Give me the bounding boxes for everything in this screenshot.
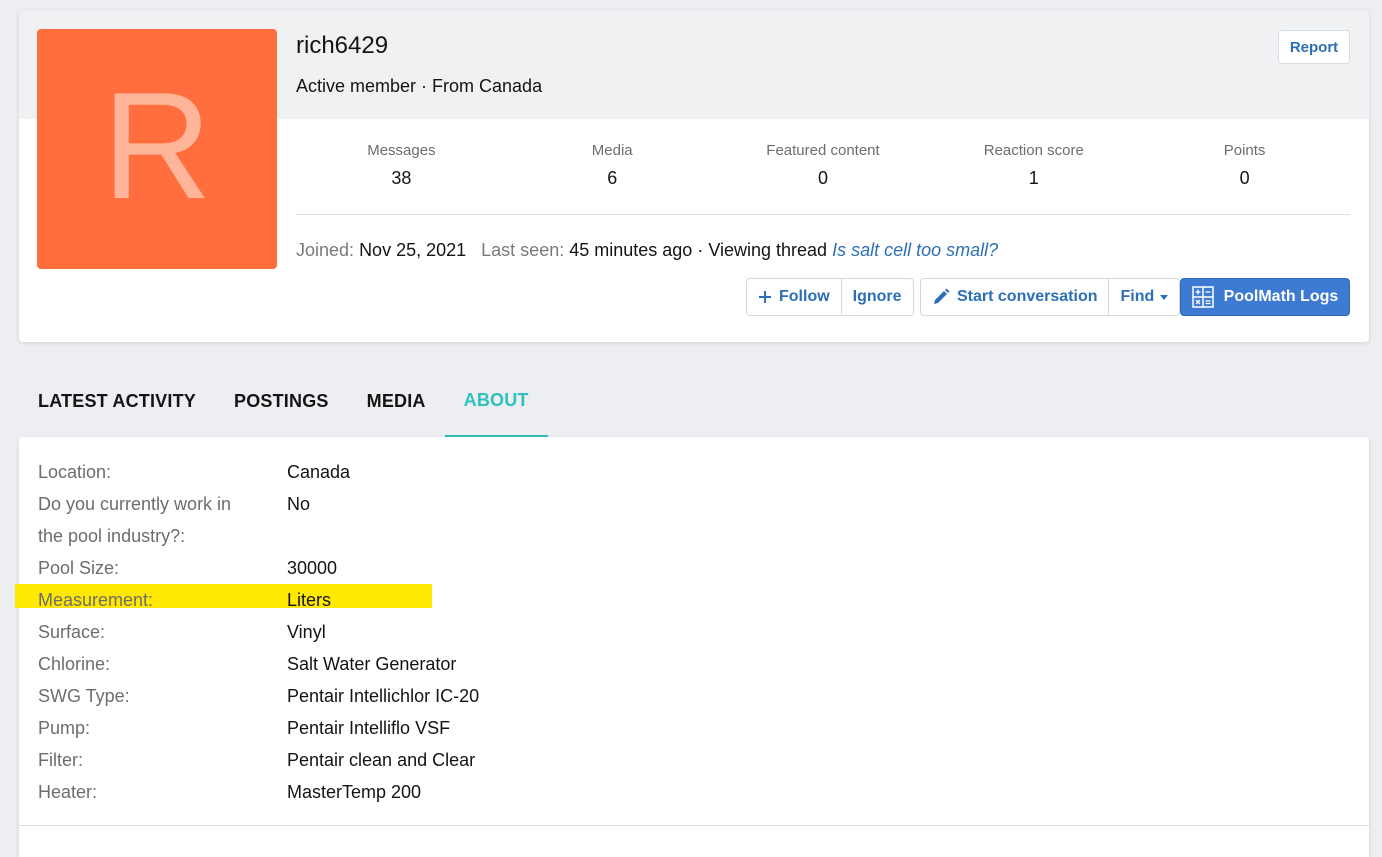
joined-label: Joined: <box>296 240 355 260</box>
about-row-surface: Surface: Vinyl <box>38 616 738 648</box>
ignore-button[interactable]: Ignore <box>840 279 913 315</box>
stat-label: Messages <box>367 142 436 159</box>
about-row-chlorine: Chlorine: Salt Water Generator <box>38 648 738 680</box>
about-key: SWG Type: <box>38 686 130 706</box>
last-seen-label: Last seen: <box>481 240 565 260</box>
stat-messages[interactable]: Messages 38 <box>296 142 507 189</box>
stat-label: Media <box>591 142 633 159</box>
about-value: No <box>287 494 311 514</box>
about-key: Location: <box>38 462 112 482</box>
avatar[interactable]: R <box>37 29 277 269</box>
about-row-heater: Heater: MasterTemp 200 <box>38 776 738 808</box>
joined-date: Nov 25, 2021 <box>359 240 467 260</box>
find-label: Find <box>1120 288 1155 305</box>
about-row-swg-type: SWG Type: Pentair Intellichlor IC-20 <box>38 680 738 712</box>
about-value: Liters <box>287 590 332 610</box>
report-button[interactable]: Report <box>1278 30 1350 64</box>
about-key: Pump: <box>38 718 91 738</box>
follow-button[interactable]: Follow <box>747 279 841 315</box>
about-value: Canada <box>287 462 351 482</box>
follow-ignore-group: Follow Ignore <box>746 278 914 316</box>
about-list: Location: Canada Do you currently work i… <box>38 456 738 808</box>
about-value: Salt Water Generator <box>287 654 457 674</box>
stat-reaction-score[interactable]: Reaction score 1 <box>928 142 1139 189</box>
about-value: 30000 <box>287 558 338 578</box>
calculator-icon <box>1191 286 1214 308</box>
poolmath-label: PoolMath Logs <box>1223 288 1339 305</box>
profile-tabs: LATEST ACTIVITY POSTINGS MEDIA ABOUT <box>19 366 548 437</box>
about-row-location: Location: Canada <box>38 456 738 488</box>
avatar-letter: R <box>102 61 212 231</box>
thread-link[interactable]: Is salt cell too small? <box>832 240 998 260</box>
stat-value: 6 <box>607 168 618 188</box>
stat-value: 0 <box>817 168 828 188</box>
start-conversation-label: Start conversation <box>957 288 1098 305</box>
profile-card: R rich6429 Active member · From Canada R… <box>19 10 1369 342</box>
ignore-label: Ignore <box>852 288 902 305</box>
tab-media[interactable]: MEDIA <box>348 366 445 437</box>
about-row-pool-size: Pool Size: 30000 <box>38 552 738 584</box>
start-conversation-button[interactable]: Start conversation <box>921 279 1108 315</box>
stat-label: Reaction score <box>983 142 1084 159</box>
about-row-pool-industry: Do you currently work in No <box>38 488 738 520</box>
poolmath-logs-button[interactable]: PoolMath Logs <box>1180 278 1350 316</box>
stats-divider <box>296 214 1350 215</box>
about-key: Chlorine: <box>38 654 111 674</box>
about-key: Measurement: <box>38 590 154 610</box>
about-row-filter: Filter: Pentair clean and Clear <box>38 744 738 776</box>
plus-icon <box>759 291 771 303</box>
about-row-measurement: Measurement: Liters <box>38 584 738 616</box>
about-key: Filter: <box>38 750 83 770</box>
stat-value: 1 <box>1028 168 1039 188</box>
about-key: the pool industry?: <box>38 526 186 546</box>
about-key: Pool Size: <box>38 558 120 578</box>
profile-stats: Messages 38 Media 6 Featured content 0 R… <box>296 142 1350 189</box>
follow-label: Follow <box>779 288 830 305</box>
about-value: Pentair Intelliflo VSF <box>287 718 451 738</box>
about-divider <box>19 825 1369 826</box>
tab-latest-activity[interactable]: LATEST ACTIVITY <box>19 366 215 437</box>
stat-label: Points <box>1223 142 1266 159</box>
chevron-down-icon <box>1160 294 1169 300</box>
pencil-icon <box>934 288 950 304</box>
stat-label: Featured content <box>766 142 880 159</box>
tab-about[interactable]: ABOUT <box>444 366 548 437</box>
about-key: Do you currently work in <box>38 494 232 514</box>
stat-points[interactable]: Points 0 <box>1139 142 1350 189</box>
user-blurb: Active member · From Canada <box>296 76 543 96</box>
conversation-find-group: Start conversation Find <box>920 278 1181 316</box>
tab-postings[interactable]: POSTINGS <box>215 366 348 437</box>
about-key: Surface: <box>38 622 106 642</box>
username[interactable]: rich6429 <box>296 32 388 60</box>
about-key: Heater: <box>38 782 98 802</box>
about-value: Vinyl <box>287 622 326 642</box>
stat-featured-content[interactable]: Featured content 0 <box>718 142 929 189</box>
about-value: Pentair Intellichlor IC-20 <box>287 686 480 706</box>
stat-value: 0 <box>1239 168 1250 188</box>
about-value: MasterTemp 200 <box>287 782 422 802</box>
seen-line: Joined: Nov 25, 2021 Last seen: 45 minut… <box>296 240 998 261</box>
about-row-pump: Pump: Pentair Intelliflo VSF <box>38 712 738 744</box>
find-dropdown-button[interactable]: Find <box>1108 279 1179 315</box>
stat-media[interactable]: Media 6 <box>507 142 718 189</box>
about-value: Pentair clean and Clear <box>287 750 476 770</box>
about-row-pool-industry-cont: the pool industry?: <box>38 520 738 552</box>
stat-value: 38 <box>391 168 412 188</box>
last-seen-value: 45 minutes ago · Viewing thread <box>569 240 828 260</box>
